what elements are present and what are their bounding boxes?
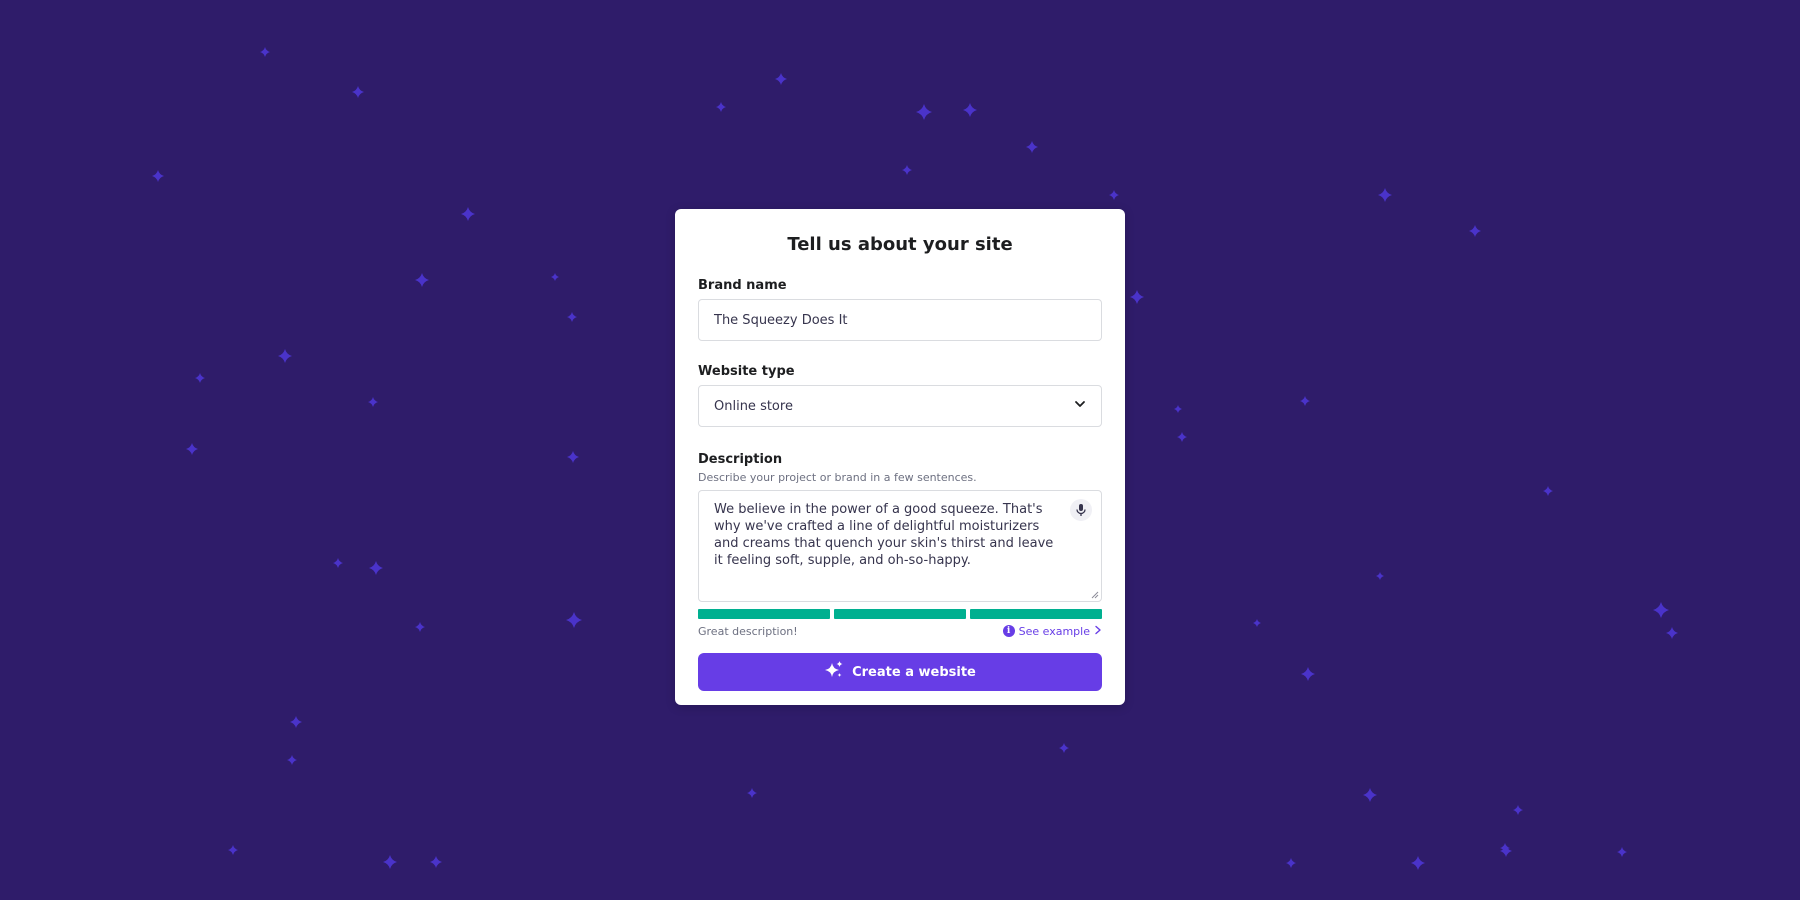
create-website-label: Create a website [852, 664, 976, 680]
chevron-right-icon [1094, 625, 1102, 638]
sparkle-star-icon [1301, 667, 1315, 681]
sparkle-star-icon [383, 855, 397, 869]
sparkle-star-icon [368, 397, 378, 407]
sparkle-star-icon [278, 349, 292, 363]
website-type-label: Website type [698, 364, 795, 379]
sparkle-star-icon [290, 716, 302, 728]
description-textarea[interactable]: We believe in the power of a good squeez… [698, 490, 1102, 602]
sparkle-star-icon [902, 165, 912, 175]
sparkle-star-icon [1130, 290, 1144, 304]
sparkle-star-icon [1411, 856, 1425, 870]
description-label: Description [698, 452, 783, 467]
sparkle-star-icon [415, 273, 429, 287]
create-website-button[interactable]: Create a website [698, 653, 1102, 691]
sparkle-star-icon [1300, 396, 1310, 406]
sparkle-star-icon [775, 73, 787, 85]
sparkle-star-icon [963, 103, 977, 117]
strength-segment [970, 609, 1102, 619]
sparkle-star-icon [1177, 432, 1187, 442]
strength-segment [834, 609, 966, 619]
sparkle-star-icon [1617, 847, 1627, 857]
sparkle-star-icon [566, 612, 582, 628]
sparkle-star-icon [1026, 141, 1038, 153]
sparkle-star-icon [1378, 188, 1392, 202]
sparkle-star-icon [916, 104, 932, 120]
sparkle-star-icon [333, 558, 343, 568]
sparkle-star-icon [228, 845, 238, 855]
sparkle-star-icon [1253, 619, 1261, 627]
see-example-link[interactable]: i See example [1002, 624, 1102, 638]
sparkle-star-icon [1513, 805, 1523, 815]
see-example-label: See example [1018, 624, 1090, 638]
site-info-card: Tell us about your site Brand name The S… [675, 209, 1125, 705]
sparkle-star-icon [461, 207, 475, 221]
description-helper-text: Describe your project or brand in a few … [698, 471, 977, 484]
sparkle-star-icon [287, 755, 297, 765]
sparkle-star-icon [1286, 858, 1296, 868]
brand-name-label: Brand name [698, 278, 787, 293]
sparkle-star-icon [747, 788, 757, 798]
sparkle-star-icon [1666, 627, 1678, 639]
description-value: We believe in the power of a good squeez… [714, 502, 1054, 568]
sparkle-star-icon [1363, 788, 1377, 802]
sparkles-icon [824, 660, 844, 684]
sparkle-star-icon [567, 451, 579, 463]
sparkle-star-icon [430, 856, 442, 868]
microphone-icon[interactable] [1070, 499, 1092, 521]
sparkle-star-icon [1653, 602, 1669, 618]
chevron-down-icon [1074, 398, 1086, 414]
sparkle-star-icon [1174, 405, 1182, 413]
sparkle-star-icon [260, 47, 270, 57]
sparkle-star-icon [195, 373, 205, 383]
sparkle-star-icon [152, 170, 164, 182]
resize-handle[interactable] [1091, 591, 1099, 599]
website-type-select[interactable]: Online store [698, 385, 1102, 427]
website-type-value: Online store [714, 398, 793, 414]
strength-segment [698, 609, 830, 619]
strength-status-text: Great description! [698, 624, 798, 638]
sparkle-star-icon [1543, 486, 1553, 496]
sparkle-star-icon [1109, 190, 1119, 200]
sparkle-star-icon [1059, 743, 1069, 753]
sparkle-star-icon [551, 273, 559, 281]
brand-name-input[interactable]: The Squeezy Does It [698, 299, 1102, 341]
sparkle-star-icon [369, 561, 383, 575]
description-strength-meter [698, 609, 1102, 619]
brand-name-value: The Squeezy Does It [714, 312, 848, 328]
sparkle-star-icon [1469, 225, 1481, 237]
sparkle-star-icon [352, 86, 364, 98]
page-title: Tell us about your site [787, 234, 1013, 255]
sparkle-star-icon [415, 622, 425, 632]
sparkle-star-icon [567, 312, 577, 322]
sparkle-star-icon [186, 443, 198, 455]
info-icon: i [1002, 625, 1015, 637]
sparkle-star-icon [716, 102, 726, 112]
sparkle-star-icon [1376, 572, 1384, 580]
